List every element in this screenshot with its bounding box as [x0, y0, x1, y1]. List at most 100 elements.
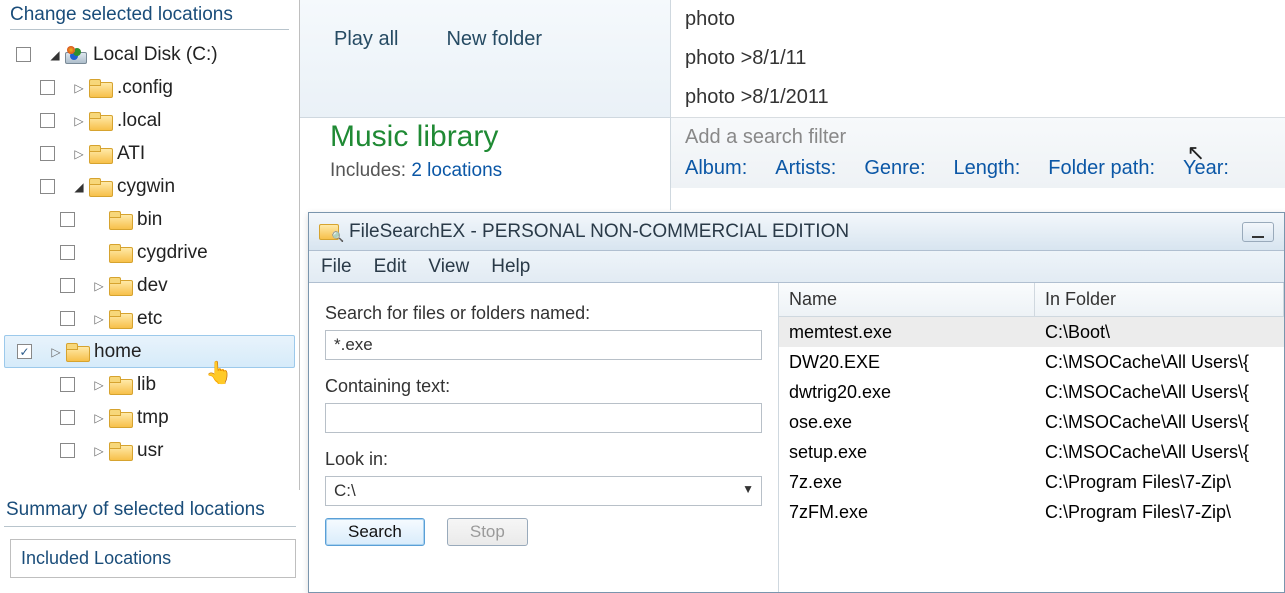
- search-form: Search for files or folders named: Conta…: [309, 283, 779, 592]
- menu-bar: File Edit View Help: [309, 251, 1284, 283]
- disk-icon: [65, 46, 87, 64]
- column-header-folder[interactable]: In Folder: [1035, 283, 1284, 316]
- folder-icon: [109, 442, 131, 460]
- expand-arrow-icon[interactable]: ▷: [73, 147, 85, 161]
- checkbox[interactable]: [60, 212, 75, 227]
- play-all-button[interactable]: Play all: [330, 20, 402, 59]
- result-name: dwtrig20.exe: [779, 382, 1035, 403]
- dropdown-caret-icon[interactable]: ▼: [742, 482, 754, 496]
- search-suggestions-panel: photophoto >8/1/11photo >8/1/2011 Add a …: [670, 0, 1285, 210]
- label-look-in: Look in:: [325, 449, 762, 470]
- result-folder: C:\MSOCache\All Users\{: [1035, 382, 1284, 403]
- tree-item-bin[interactable]: bin: [0, 203, 299, 236]
- folder-icon: [109, 244, 131, 262]
- checkbox[interactable]: [40, 113, 55, 128]
- included-locations-box: Included Locations: [10, 539, 296, 578]
- folder-icon: [109, 376, 131, 394]
- checkbox[interactable]: [60, 278, 75, 293]
- checkbox[interactable]: [60, 245, 75, 260]
- result-name: ose.exe: [779, 412, 1035, 433]
- results-grid: Name In Folder memtest.exeC:\Boot\DW20.E…: [779, 283, 1284, 592]
- filter-link-folderpath[interactable]: Folder path:: [1048, 157, 1155, 180]
- tree-item-config[interactable]: ▷.config: [0, 71, 299, 104]
- tree-item-home[interactable]: ✓ ▷ home: [4, 335, 295, 368]
- expand-arrow-icon[interactable]: ▷: [93, 378, 105, 392]
- result-folder: C:\MSOCache\All Users\{: [1035, 442, 1284, 463]
- window-titlebar[interactable]: FileSearchEX - PERSONAL NON-COMMERCIAL E…: [309, 213, 1284, 251]
- column-header-name[interactable]: Name: [779, 283, 1035, 316]
- checkbox[interactable]: [40, 80, 55, 95]
- folder-icon: [109, 310, 131, 328]
- expand-arrow-icon[interactable]: ◢: [49, 48, 61, 62]
- search-pattern-input[interactable]: [325, 330, 762, 360]
- locations-tree-panel: Change selected locations ◢ Local Disk (…: [0, 0, 300, 490]
- search-suggestion[interactable]: photo >8/1/2011: [671, 78, 1285, 117]
- tree-label: cygdrive: [137, 242, 208, 264]
- expand-arrow-icon[interactable]: ▷: [73, 114, 85, 128]
- tree-item-usr[interactable]: ▷ usr: [0, 434, 299, 467]
- checkbox[interactable]: [60, 377, 75, 392]
- result-name: 7z.exe: [779, 472, 1035, 493]
- tree-item-ati[interactable]: ▷ ATI: [0, 137, 299, 170]
- library-title: Music library: [330, 120, 502, 154]
- minimize-button[interactable]: [1242, 222, 1274, 242]
- look-in-combo[interactable]: [325, 476, 762, 506]
- checkbox[interactable]: [40, 146, 55, 161]
- result-row[interactable]: DW20.EXEC:\MSOCache\All Users\{: [779, 347, 1284, 377]
- result-name: setup.exe: [779, 442, 1035, 463]
- tree-item-local[interactable]: ▷ .local: [0, 104, 299, 137]
- tree-label: usr: [137, 440, 163, 462]
- result-row[interactable]: 7zFM.exeC:\Program Files\7-Zip\: [779, 497, 1284, 527]
- result-row[interactable]: 7z.exeC:\Program Files\7-Zip\: [779, 467, 1284, 497]
- tree-item-etc[interactable]: ▷ etc: [0, 302, 299, 335]
- filter-link-genre[interactable]: Genre:: [864, 157, 925, 180]
- result-row[interactable]: setup.exeC:\MSOCache\All Users\{: [779, 437, 1284, 467]
- menu-edit[interactable]: Edit: [374, 256, 407, 278]
- tree-item-dev[interactable]: ▷dev: [0, 269, 299, 302]
- tree-root[interactable]: ◢ Local Disk (C:): [0, 38, 299, 71]
- tree-item-cygdrive[interactable]: cygdrive: [0, 236, 299, 269]
- includes-link[interactable]: 2 locations: [411, 160, 502, 181]
- tree-label: .local: [117, 110, 161, 132]
- filter-link-album[interactable]: Album:: [685, 157, 747, 180]
- tree-label: ATI: [117, 143, 145, 165]
- new-folder-button[interactable]: New folder: [442, 20, 546, 59]
- checkbox[interactable]: [60, 410, 75, 425]
- stop-button: Stop: [447, 518, 528, 546]
- checkbox[interactable]: [60, 443, 75, 458]
- result-folder: C:\MSOCache\All Users\{: [1035, 352, 1284, 373]
- menu-view[interactable]: View: [428, 256, 469, 278]
- expand-arrow-icon[interactable]: ▷: [93, 312, 105, 326]
- checkbox[interactable]: [16, 47, 31, 62]
- checkbox[interactable]: [40, 179, 55, 194]
- result-name: DW20.EXE: [779, 352, 1035, 373]
- collapse-arrow-icon[interactable]: ◢: [73, 180, 85, 194]
- expand-arrow-icon[interactable]: ▷: [93, 411, 105, 425]
- tree-label: etc: [137, 308, 162, 330]
- result-folder: C:\Boot\: [1035, 322, 1284, 343]
- search-suggestion[interactable]: photo: [671, 0, 1285, 39]
- filesearchex-window: FileSearchEX - PERSONAL NON-COMMERCIAL E…: [308, 212, 1285, 593]
- tree-item-cygwin[interactable]: ◢cygwin: [0, 170, 299, 203]
- expand-arrow-icon[interactable]: ▷: [50, 345, 62, 359]
- expand-arrow-icon[interactable]: ▷: [93, 279, 105, 293]
- result-row[interactable]: dwtrig20.exeC:\MSOCache\All Users\{: [779, 377, 1284, 407]
- summary-header: Summary of selected locations: [0, 495, 300, 525]
- filter-hint: Add a search filter: [685, 126, 1271, 149]
- tree-item-tmp[interactable]: ▷tmp: [0, 401, 299, 434]
- tree-label: home: [94, 341, 142, 363]
- checkbox[interactable]: [60, 311, 75, 326]
- menu-help[interactable]: Help: [491, 256, 530, 278]
- menu-file[interactable]: File: [321, 256, 352, 278]
- result-row[interactable]: memtest.exeC:\Boot\: [779, 317, 1284, 347]
- result-row[interactable]: ose.exeC:\MSOCache\All Users\{: [779, 407, 1284, 437]
- tree-item-lib[interactable]: ▷lib: [0, 368, 299, 401]
- filter-link-length[interactable]: Length:: [954, 157, 1021, 180]
- expand-arrow-icon[interactable]: ▷: [93, 444, 105, 458]
- expand-arrow-icon[interactable]: ▷: [73, 81, 85, 95]
- search-button[interactable]: Search: [325, 518, 425, 546]
- search-suggestion[interactable]: photo >8/1/11: [671, 39, 1285, 78]
- checkbox[interactable]: ✓: [17, 344, 32, 359]
- containing-text-input[interactable]: [325, 403, 762, 433]
- filter-link-artists[interactable]: Artists:: [775, 157, 836, 180]
